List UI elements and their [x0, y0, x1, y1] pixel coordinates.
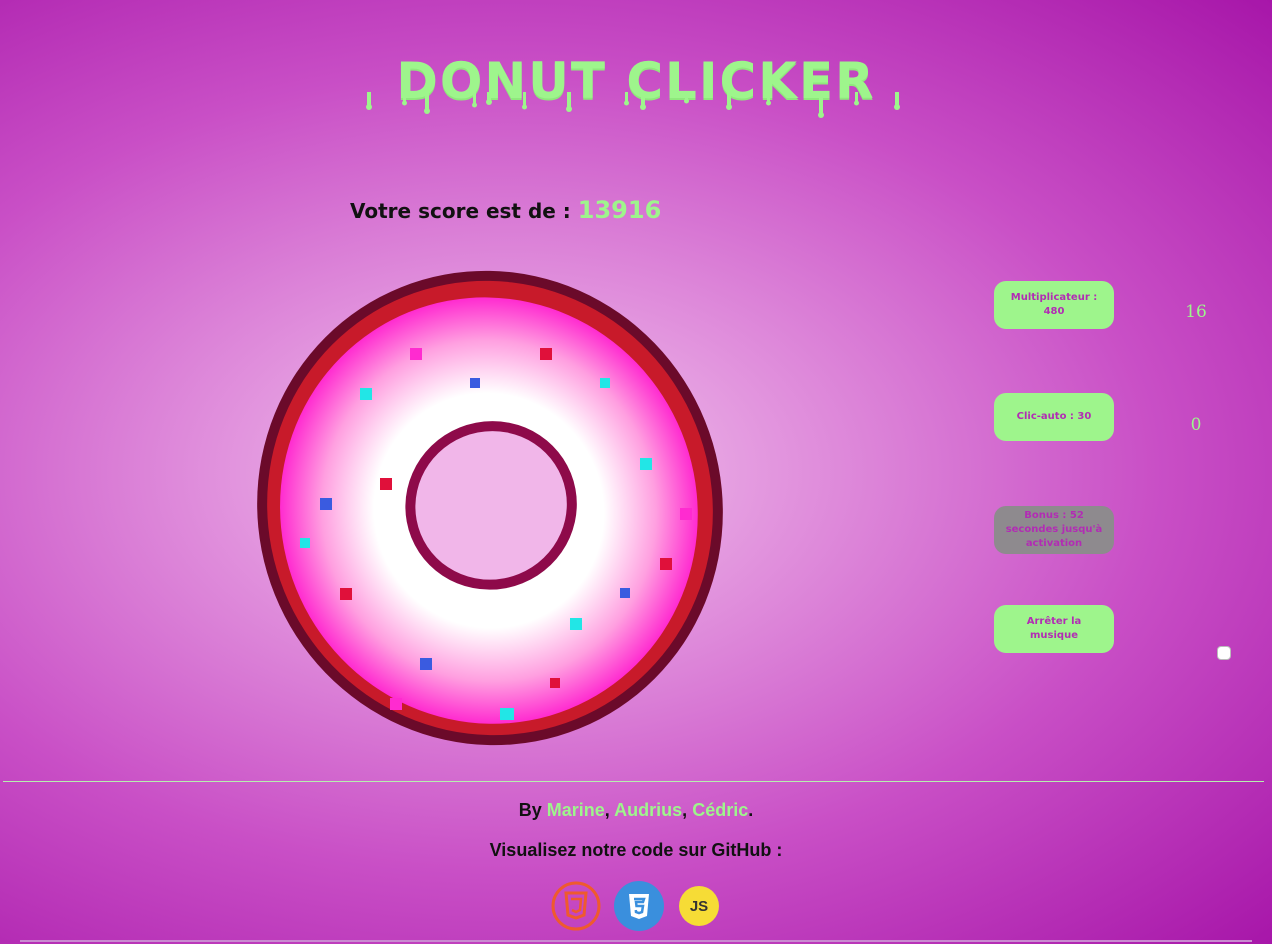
bonus-button[interactable]: Bonus : 52 secondes jusqu'à activation: [994, 506, 1114, 554]
html5-icon[interactable]: [551, 881, 601, 931]
javascript-icon[interactable]: JS: [679, 886, 719, 926]
autoclick-button[interactable]: Clic-auto : 30: [994, 393, 1114, 441]
drip-decoration: [366, 92, 900, 118]
tech-icons: JS: [551, 881, 721, 933]
author-link-marine[interactable]: Marine: [547, 800, 605, 820]
author-link-audrius[interactable]: Audrius: [614, 800, 682, 820]
score-value: 13916: [577, 196, 662, 224]
css3-icon[interactable]: [614, 881, 664, 931]
autoclick-count: 0: [1190, 415, 1202, 435]
donut-clickable[interactable]: [240, 258, 740, 758]
score-display: Votre score est de : 13916: [350, 196, 661, 224]
github-text: Visualisez notre code sur GitHub :: [489, 840, 783, 860]
credits: By Marine, Audrius, Cédric.: [518, 800, 754, 820]
author-link-cedric[interactable]: Cédric: [692, 800, 748, 820]
js-icon-label: JS: [690, 898, 708, 915]
score-label: Votre score est de :: [350, 199, 571, 223]
divider: [3, 781, 1264, 782]
credits-prefix: By: [518, 800, 542, 820]
multiplier-count: 16: [1185, 302, 1207, 322]
bottom-divider: [20, 940, 1252, 942]
donut-image: [257, 270, 723, 746]
stop-music-button[interactable]: Arrêter la musique: [994, 605, 1114, 653]
music-toggle[interactable]: [1217, 646, 1231, 660]
multiplier-button[interactable]: Multiplicateur : 480: [994, 281, 1114, 329]
